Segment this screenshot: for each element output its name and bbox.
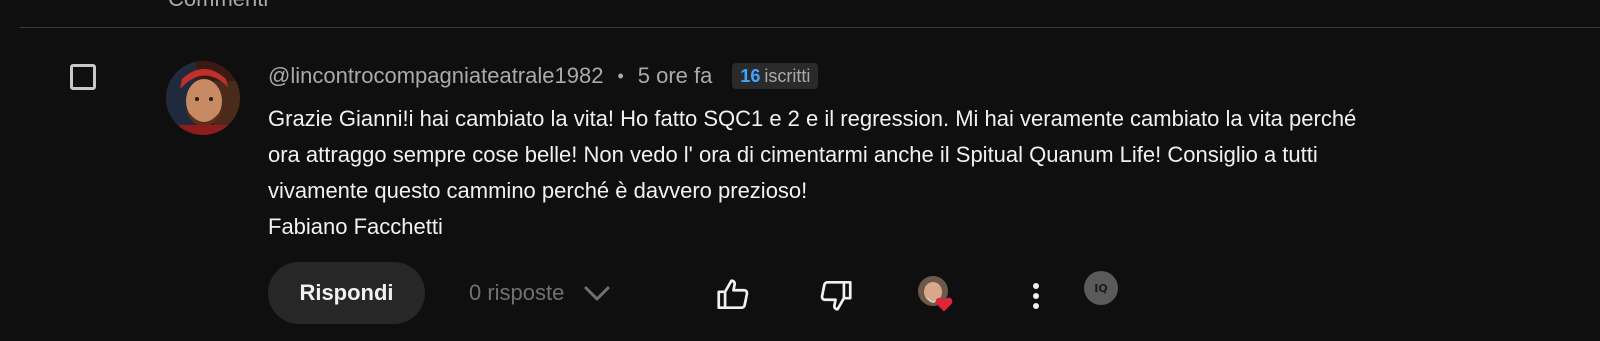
more-vertical-icon <box>1033 283 1039 309</box>
avatar-image <box>166 61 240 135</box>
select-checkbox-icon[interactable] <box>70 64 96 90</box>
heart-icon <box>935 297 953 312</box>
comment-line: ora attraggo sempre cose belle! Non vedo… <box>268 142 1318 167</box>
comment-signature: Fabiano Facchetti <box>268 214 443 239</box>
creator-heart-button[interactable] <box>918 276 962 320</box>
replies-count: 0 risposte <box>469 280 565 305</box>
comments-header-label: Commenti <box>168 0 268 12</box>
subscriber-badge: 16 iscritti <box>732 63 819 89</box>
thumbs-down-icon <box>820 280 852 311</box>
comment-text: Grazie Gianni!i hai cambiato la vita! Ho… <box>268 101 1538 245</box>
subscriber-label: iscritti <box>764 65 811 86</box>
more-options-button[interactable] <box>1026 280 1046 312</box>
comment-line: vivamente questo cammino perché è davver… <box>268 178 808 203</box>
avatar[interactable] <box>166 61 240 135</box>
subscriber-count: 16 <box>740 65 761 86</box>
dislike-button[interactable] <box>817 276 855 314</box>
iq-extension-icon[interactable]: IQ <box>1084 271 1118 305</box>
comment-page: Commenti @lincontrocompagniateatrale1982… <box>0 0 1600 341</box>
divider <box>20 27 1600 28</box>
comment-meta: @lincontrocompagniateatrale1982 • 5 ore … <box>268 60 819 92</box>
meta-separator: • <box>617 65 624 86</box>
reply-button[interactable]: Rispondi <box>268 262 425 324</box>
chevron-down-icon <box>584 286 610 301</box>
like-button[interactable] <box>714 276 752 314</box>
thumbs-up-icon <box>717 279 749 310</box>
comment-line: Grazie Gianni!i hai cambiato la vita! Ho… <box>268 106 1357 131</box>
extension-label: IQ <box>1094 281 1108 295</box>
comment-time[interactable]: 5 ore fa <box>638 63 713 89</box>
comment-author[interactable]: @lincontrocompagniateatrale1982 <box>268 63 603 89</box>
replies-toggle[interactable]: 0 risposte <box>469 278 612 308</box>
